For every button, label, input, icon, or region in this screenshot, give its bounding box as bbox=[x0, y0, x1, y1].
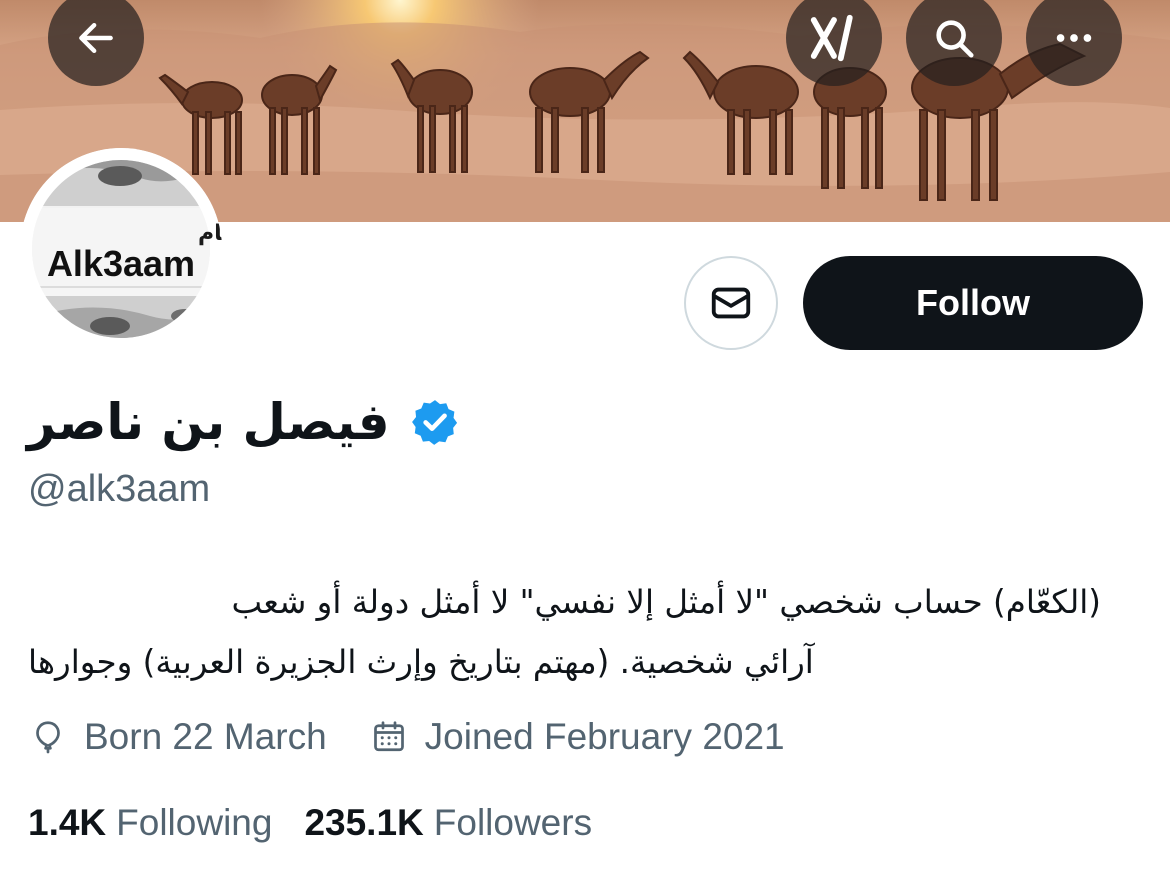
profile-avatar[interactable]: الكعّام Alk3aam bbox=[20, 148, 222, 350]
profile-bio: (الكعّام) حساب شخصي "لا أمثل إلا نفسي" ل… bbox=[28, 572, 1101, 692]
followers-link[interactable]: 235.1K Followers bbox=[304, 802, 592, 844]
avatar-image: الكعّام Alk3aam bbox=[20, 148, 222, 350]
avatar-brand-arabic: الكعّام bbox=[198, 221, 222, 246]
bio-line: (الكعّام) حساب شخصي "لا أمثل إلا نفسي" ل… bbox=[231, 583, 1101, 621]
followers-count: 235.1K bbox=[304, 802, 424, 843]
grok-logo-icon bbox=[810, 14, 853, 62]
more-horizontal-icon bbox=[1056, 34, 1092, 42]
verified-badge-icon[interactable] bbox=[410, 397, 460, 447]
following-count: 1.4K bbox=[28, 802, 107, 843]
user-handle: @alk3aam bbox=[28, 468, 211, 510]
calendar-icon bbox=[371, 719, 407, 755]
display-name: فيصل بن ناصر bbox=[27, 393, 390, 451]
bio-line: آرائي شخصية. (مهتم بتاريخ وإرث الجزيرة ا… bbox=[28, 643, 814, 681]
message-button[interactable] bbox=[684, 256, 778, 350]
birthday-label: Born 22 March bbox=[84, 716, 327, 757]
balloon-icon bbox=[30, 719, 66, 755]
follow-button[interactable]: Follow bbox=[803, 256, 1143, 350]
envelope-icon bbox=[711, 287, 751, 319]
search-icon bbox=[936, 20, 974, 58]
profile-page: الكعّام Alk3aam Follow فيصل بن ناصر @alk… bbox=[0, 0, 1170, 873]
birthday-item: Born 22 March bbox=[30, 716, 327, 758]
following-label: Following bbox=[116, 802, 273, 843]
display-name-row: فيصل بن ناصر bbox=[27, 382, 460, 462]
profile-meta: Born 22 March Joined February 2021 bbox=[30, 712, 785, 762]
joined-item: Joined February 2021 bbox=[371, 716, 785, 758]
following-link[interactable]: 1.4K Following bbox=[28, 802, 272, 844]
joined-label: Joined February 2021 bbox=[424, 716, 785, 757]
arrow-left-icon bbox=[79, 22, 113, 54]
follow-stats: 1.4K Following 235.1K Followers bbox=[28, 798, 592, 848]
followers-label: Followers bbox=[433, 802, 593, 843]
avatar-brand-latin: Alk3aam bbox=[47, 243, 195, 284]
